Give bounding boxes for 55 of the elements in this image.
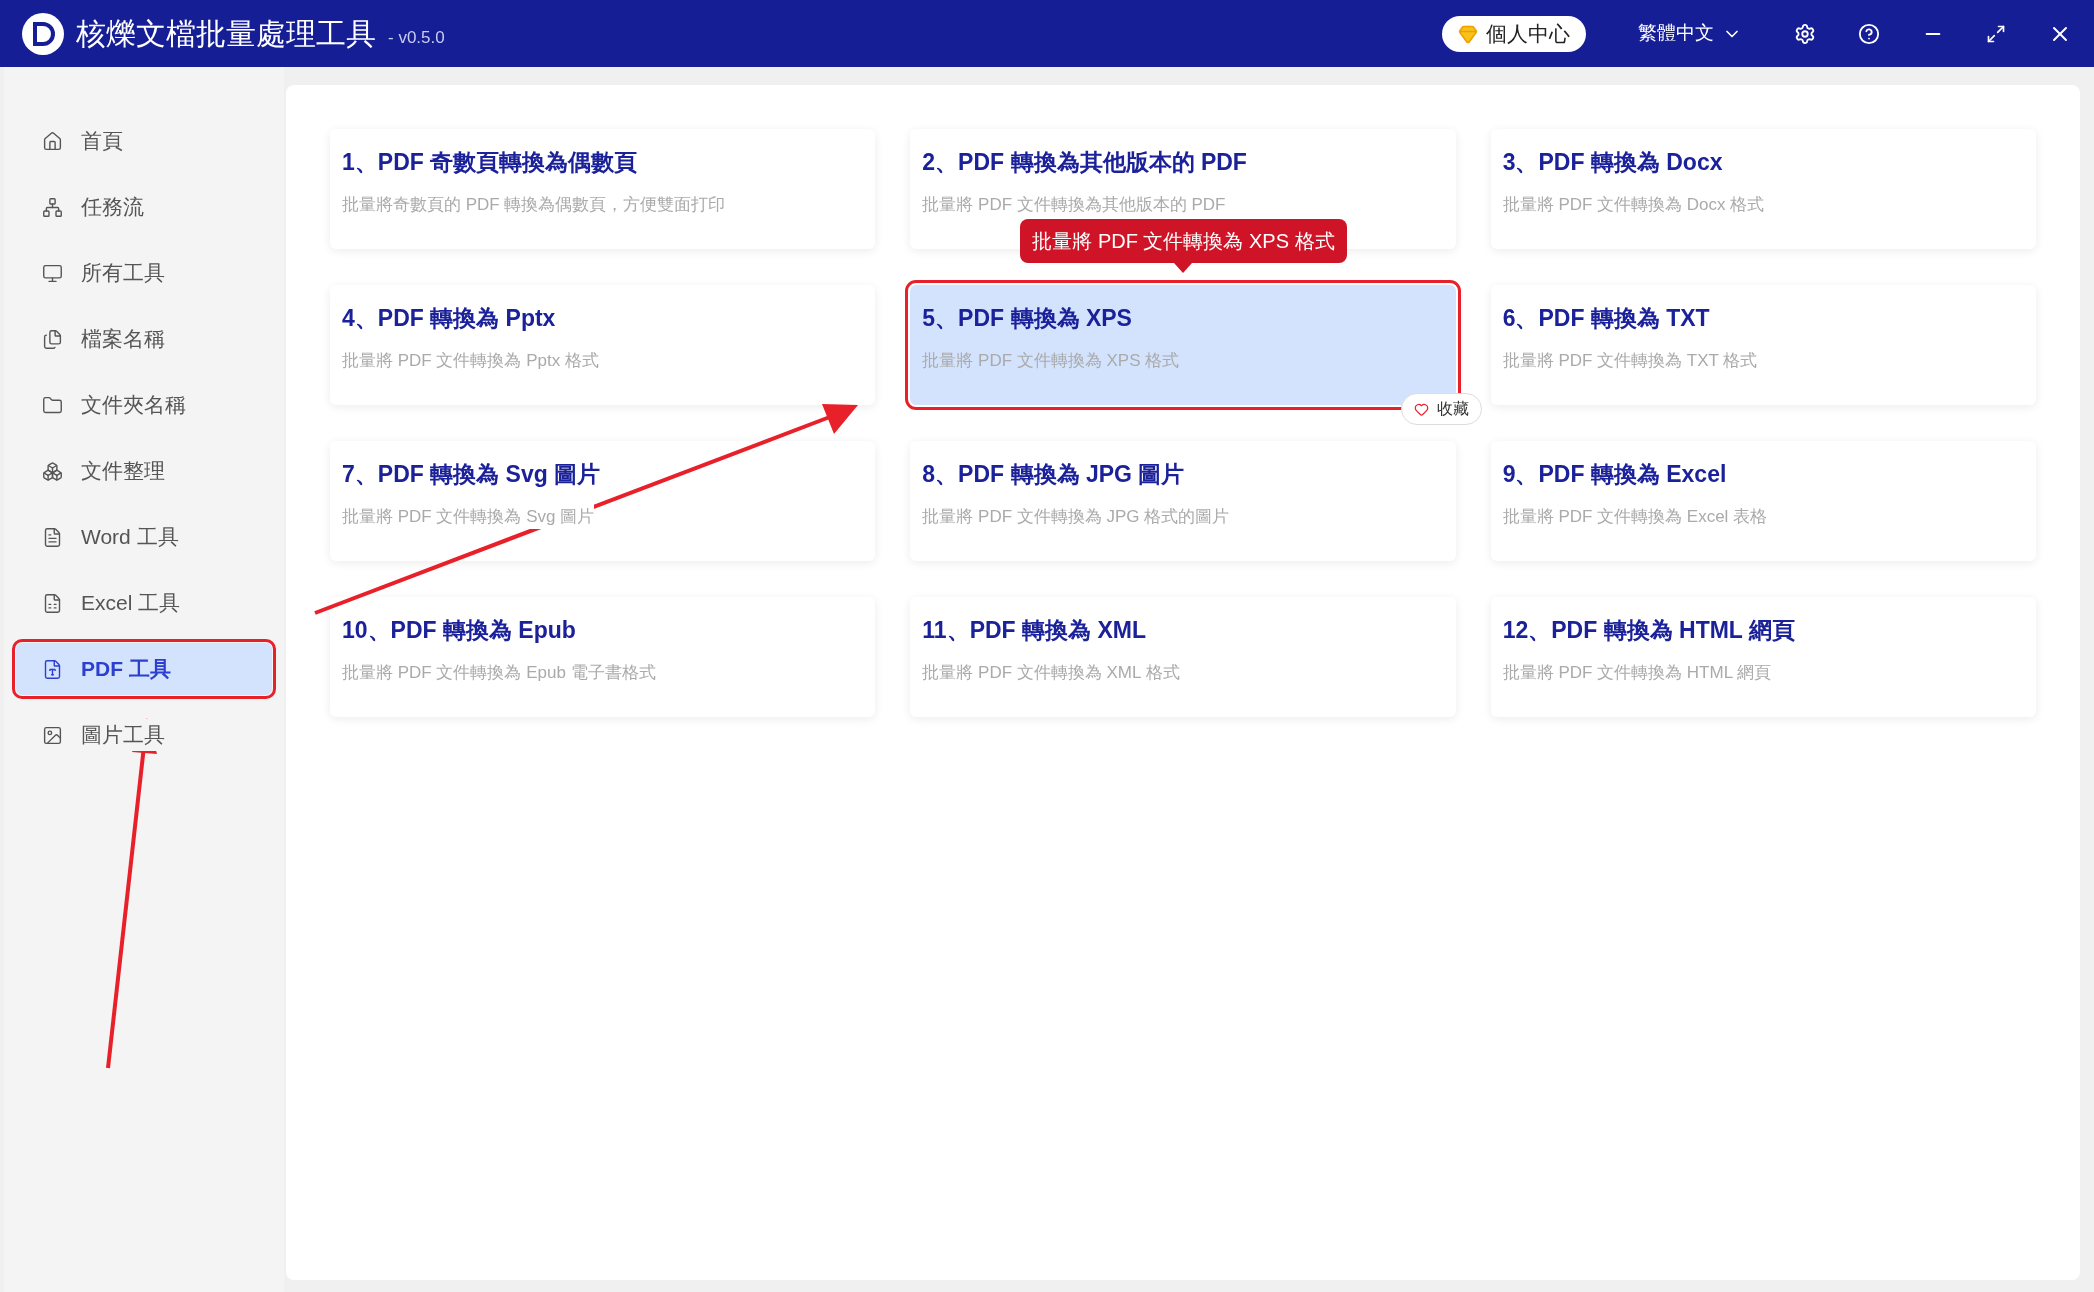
tool-title: 11、PDF 轉換為 XML [922, 616, 1147, 645]
tool-card[interactable]: 1、PDF 奇數頁轉換為偶數頁 批量將奇數頁的 PDF 轉換為偶數頁，方便雙面打印 [330, 129, 876, 249]
app-logo-icon [22, 12, 64, 55]
document-icon [42, 526, 63, 548]
help-icon[interactable] [1858, 22, 1880, 45]
maximize-icon[interactable] [1986, 23, 2006, 44]
version-label: - v0.5.0 [388, 26, 445, 49]
tool-title: 9、PDF 轉換為 Excel [1502, 460, 1728, 489]
spreadsheet-icon [42, 592, 63, 614]
tool-title: 8、PDF 轉換為 JPG 圖片 [922, 460, 1186, 489]
tool-title: 2、PDF 轉換為其他版本的 PDF [922, 148, 1248, 177]
tool-description: 批量將 PDF 文件轉換為 Svg 圖片 [342, 503, 595, 529]
sidebar-item[interactable]: 檔案名稱 [16, 313, 272, 365]
sidebar-item[interactable]: Excel 工具 [16, 577, 272, 629]
tooltip: 批量將 PDF 文件轉換為 XPS 格式 [1020, 219, 1347, 273]
tool-card[interactable]: 6、PDF 轉換為 TXT 批量將 PDF 文件轉換為 TXT 格式 [1490, 285, 2036, 405]
heart-icon [1413, 401, 1429, 417]
tool-title: 6、PDF 轉換為 TXT [1502, 304, 1711, 333]
favorite-button[interactable]: 收藏 [1400, 393, 1482, 425]
image-icon [42, 724, 63, 746]
sidebar-item[interactable]: 文件夾名稱 [16, 379, 272, 431]
sidebar-item[interactable]: 文件整理 [16, 445, 272, 497]
tool-card[interactable]: 4、PDF 轉換為 Pptx 批量將 PDF 文件轉換為 Pptx 格式 [330, 285, 876, 405]
tool-card[interactable]: 3、PDF 轉換為 Docx 批量將 PDF 文件轉換為 Docx 格式 [1490, 129, 2036, 249]
sidebar-label: 圖片工具 [81, 719, 165, 751]
network-icon [42, 196, 63, 218]
tool-title: 12、PDF 轉換為 HTML 網頁 [1502, 616, 1796, 645]
tool-card[interactable]: 8、PDF 轉換為 JPG 圖片 批量將 PDF 文件轉換為 JPG 格式的圖片 [910, 441, 1456, 561]
home-icon [42, 130, 63, 152]
tool-title: 5、PDF 轉換為 XPS [922, 304, 1133, 333]
tool-card[interactable]: 9、PDF 轉換為 Excel 批量將 PDF 文件轉換為 Excel 表格 [1490, 441, 2036, 561]
language-dropdown[interactable]: 繁體中文 [1638, 19, 1742, 48]
tool-card[interactable]: 7、PDF 轉換為 Svg 圖片 批量將 PDF 文件轉換為 Svg 圖片 [330, 441, 876, 561]
folder-icon [42, 394, 63, 416]
tool-title: 10、PDF 轉換為 Epub [342, 616, 577, 645]
sidebar-item[interactable]: 首頁 [16, 115, 272, 167]
tool-title: 7、PDF 轉換為 Svg 圖片 [342, 460, 602, 489]
tool-card[interactable]: 12、PDF 轉換為 HTML 網頁 批量將 PDF 文件轉換為 HTML 網頁 [1490, 597, 2036, 717]
tool-title: 1、PDF 奇數頁轉換為偶數頁 [342, 148, 639, 177]
account-button[interactable]: 個人中心 [1442, 15, 1586, 52]
document-icon [42, 658, 63, 680]
sidebar-item[interactable]: 所有工具 [16, 247, 272, 299]
sidebar-item[interactable]: 圖片工具 [16, 709, 272, 761]
tool-card[interactable]: 10、PDF 轉換為 Epub 批量將 PDF 文件轉換為 Epub 電子書格式 [330, 597, 876, 717]
tool-card[interactable]: 11、PDF 轉換為 XML 批量將 PDF 文件轉換為 XML 格式 [910, 597, 1456, 717]
gem-icon [1458, 23, 1478, 44]
sidebar-item[interactable]: 任務流 [16, 181, 272, 233]
tool-title: 4、PDF 轉換為 Pptx [342, 304, 557, 333]
window-title: 核爍文檔批量處理工具 [76, 16, 376, 52]
blocks-icon [42, 460, 63, 482]
files-icon [42, 328, 63, 350]
settings-icon[interactable] [1794, 22, 1816, 45]
monitor-icon [42, 262, 63, 284]
sidebar-item[interactable]: Word 工具 [16, 511, 272, 563]
tool-title: 3、PDF 轉換為 Docx [1502, 148, 1724, 177]
